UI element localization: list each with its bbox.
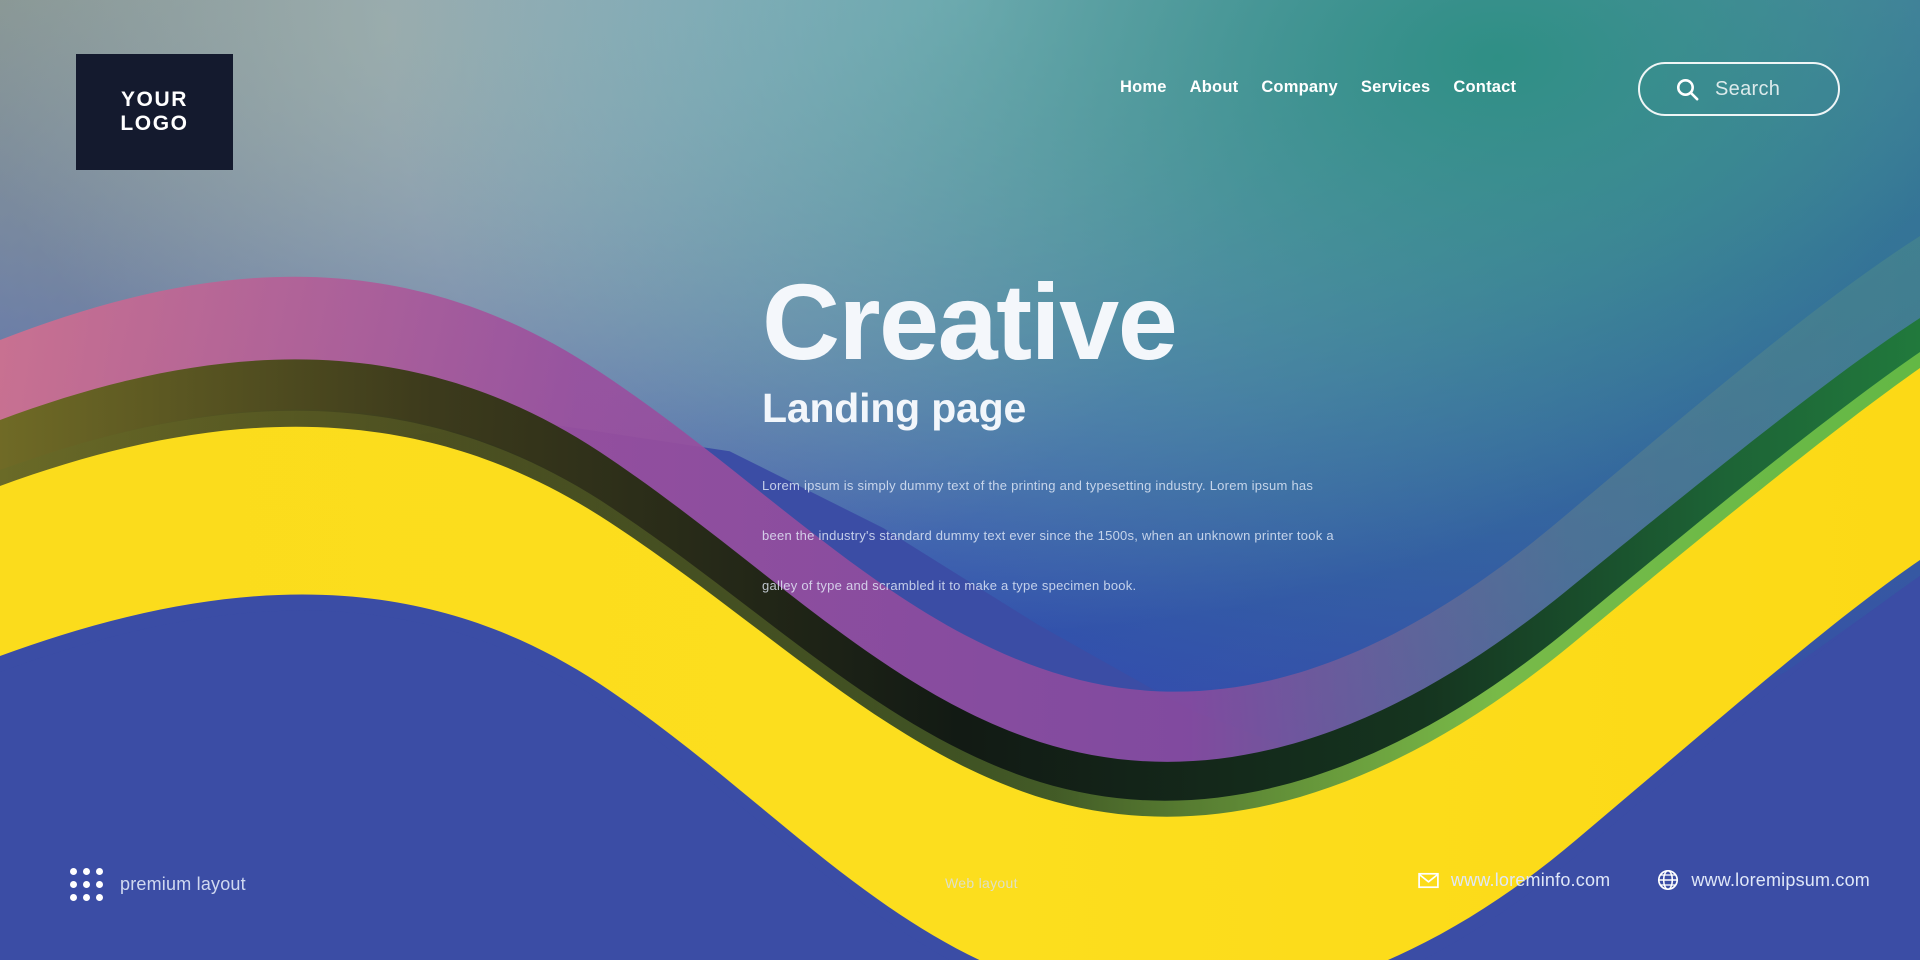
hero-section: Creative Landing page Lorem ipsum is sim… bbox=[762, 268, 1462, 629]
premium-layout-label: premium layout bbox=[120, 874, 246, 894]
nav-item-about[interactable]: About bbox=[1190, 78, 1239, 97]
nav-item-company[interactable]: Company bbox=[1261, 78, 1338, 97]
paragraph-line-3: galley of type and scrambled it to make … bbox=[762, 578, 1137, 594]
paragraph-line-2: been the industry's standard dummy text … bbox=[762, 528, 1334, 544]
logo-text: YOUR LOGO bbox=[120, 88, 188, 135]
logo-line-1: YOUR bbox=[120, 88, 189, 112]
nav-item-home[interactable]: Home bbox=[1120, 78, 1167, 97]
website-link-label: www.loremipsum.com bbox=[1691, 869, 1870, 890]
site-header: YOUR LOGO Home About Company Services Co… bbox=[0, 0, 1920, 180]
grid-dots-icon bbox=[70, 868, 103, 901]
logo[interactable]: YOUR LOGO bbox=[76, 54, 233, 170]
footer-links: www.loreminfo.com www.loremipsum.com bbox=[1417, 868, 1870, 892]
email-link[interactable]: www.loreminfo.com bbox=[1417, 869, 1610, 892]
globe-icon bbox=[1658, 869, 1679, 891]
footer-left: premium layout bbox=[70, 868, 246, 901]
site-footer: premium layout Web layout www.loreminfo.… bbox=[0, 850, 1920, 960]
paragraph-line-1: Lorem ipsum is simply dummy text of the … bbox=[762, 478, 1314, 494]
search-placeholder: Search bbox=[1715, 77, 1781, 100]
main-navigation: Home About Company Services Contact bbox=[1120, 78, 1516, 97]
search-box[interactable]: Search bbox=[1638, 62, 1840, 116]
page-subtitle: Landing page bbox=[762, 385, 1027, 431]
web-layout-label: Web layout bbox=[945, 875, 1018, 891]
mail-icon bbox=[1418, 872, 1439, 888]
search-icon bbox=[1676, 78, 1699, 100]
page-title: Creative bbox=[762, 261, 1178, 382]
website-link[interactable]: www.loremipsum.com bbox=[1656, 868, 1870, 892]
hero-paragraph: Lorem ipsum is simply dummy text of the … bbox=[762, 478, 1334, 594]
email-link-label: www.loreminfo.com bbox=[1450, 869, 1611, 890]
nav-item-services[interactable]: Services bbox=[1361, 78, 1431, 97]
nav-item-contact[interactable]: Contact bbox=[1453, 78, 1516, 97]
logo-line-2: LOGO bbox=[120, 112, 189, 135]
